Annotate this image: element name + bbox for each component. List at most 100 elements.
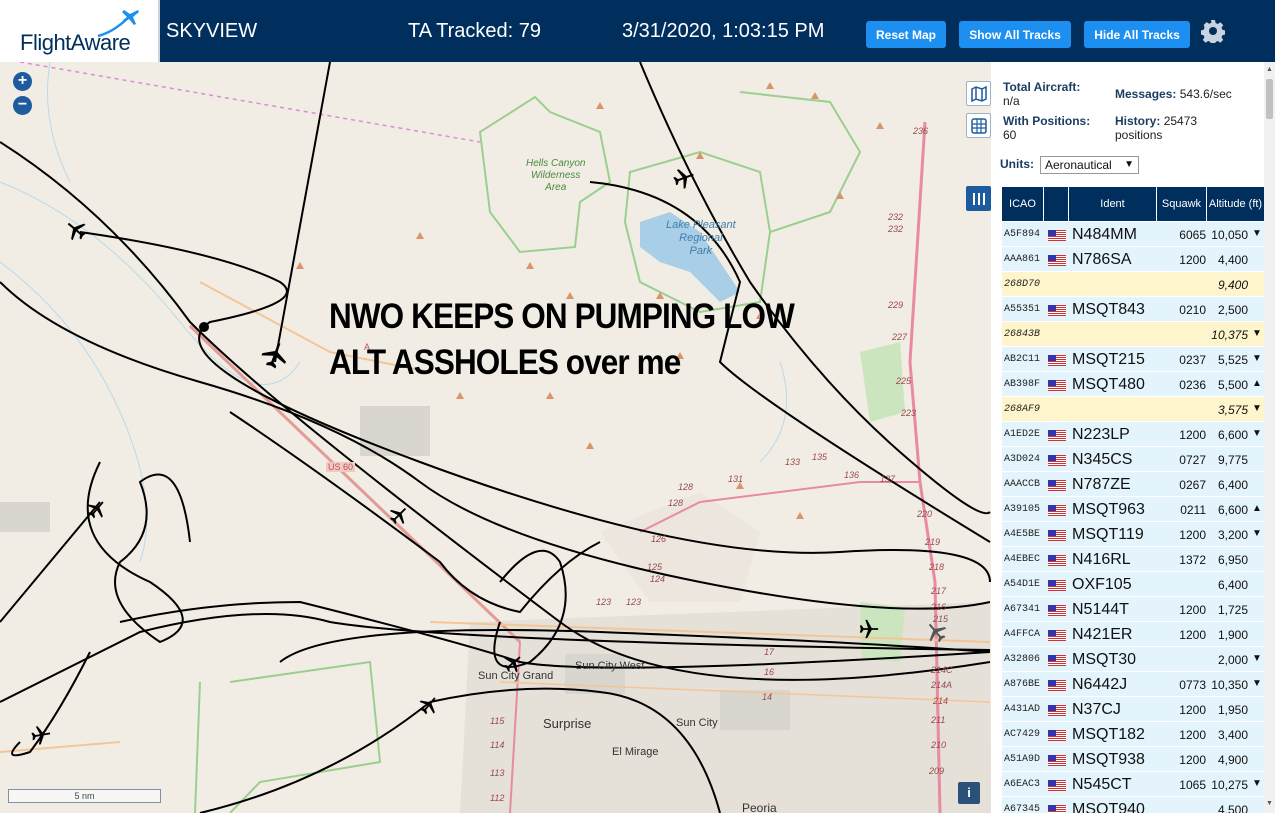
aircraft-icon[interactable] xyxy=(418,694,440,716)
scale-bar: 5 nm xyxy=(8,789,161,803)
top-bar: FlightAware SKYVIEW TA Tracked: 79 3/31/… xyxy=(0,0,1275,62)
table-row[interactable]: AAACCB N787ZE 0267 6,400 xyxy=(1002,472,1264,497)
zoom-out-button[interactable]: − xyxy=(13,96,32,115)
aircraft-icon[interactable] xyxy=(30,724,52,746)
table-row[interactable]: 26843B 10,375 ▼ xyxy=(1002,322,1264,347)
icao-cell: A1ED2E xyxy=(1004,429,1041,440)
route-number: 229 xyxy=(888,300,904,310)
map-label-el-mirage: El Mirage xyxy=(612,746,659,758)
squawk-cell: 1200 xyxy=(1179,428,1206,442)
table-row[interactable]: A4E5BE MSQT119 1200 3,200 ▼ xyxy=(1002,522,1264,547)
flightaware-logo[interactable]: FlightAware xyxy=(0,0,160,62)
ident-cell: N416RL xyxy=(1072,551,1131,568)
map-icon xyxy=(970,85,987,102)
table-row[interactable]: A54D1E OXF105 6,400 xyxy=(1002,572,1264,597)
table-row[interactable]: A6EAC3 N545CT 1065 10,275 ▼ xyxy=(1002,772,1264,797)
us-flag-icon xyxy=(1048,605,1066,616)
table-row[interactable]: A67341 N5144T 1200 1,725 xyxy=(1002,597,1264,622)
show-all-tracks-button[interactable]: Show All Tracks xyxy=(959,21,1071,48)
ident-cell: MSQT940 xyxy=(1072,801,1145,813)
map-view[interactable]: Hells Canyon Wilderness Area Lake Pleasa… xyxy=(0,62,991,813)
scrollbar[interactable]: ▲ ▼ xyxy=(1264,62,1275,813)
table-row[interactable]: A55351 MSQT843 0210 2,500 xyxy=(1002,297,1264,322)
reset-map-button[interactable]: Reset Map xyxy=(866,21,946,48)
aircraft-icon[interactable] xyxy=(858,618,880,640)
route-number: 232 xyxy=(888,212,904,222)
route-number: 223 xyxy=(901,408,917,418)
hide-all-tracks-button[interactable]: Hide All Tracks xyxy=(1084,21,1190,48)
icao-cell: A67341 xyxy=(1004,604,1041,615)
table-row[interactable]: A1ED2E N223LP 1200 6,600 ▼ xyxy=(1002,422,1264,447)
us-flag-icon xyxy=(1048,355,1066,366)
table-header: ICAO Ident Squawk Altitude (ft) xyxy=(1002,187,1264,221)
aircraft-icon[interactable] xyxy=(64,218,88,242)
scroll-down-icon[interactable]: ▼ xyxy=(1266,800,1273,807)
col-squawk[interactable]: Squawk xyxy=(1157,187,1207,221)
altitude-cell: 1,950 xyxy=(1217,703,1248,717)
map-label-sun-city-grand: Sun City Grand xyxy=(478,670,554,682)
icao-cell: A3D024 xyxy=(1004,454,1041,465)
route-number: 214 xyxy=(933,696,949,706)
col-ident[interactable]: Ident xyxy=(1069,187,1157,221)
table-row[interactable]: 268D70 9,400 xyxy=(1002,272,1264,297)
icao-cell: 268D70 xyxy=(1004,279,1041,290)
scroll-up-icon[interactable]: ▲ xyxy=(1266,66,1273,73)
table-row[interactable]: A4EBEC N416RL 1372 6,950 xyxy=(1002,547,1264,572)
table-row[interactable]: A51A9D MSQT938 1200 4,900 xyxy=(1002,747,1264,772)
route-number: 210 xyxy=(931,740,947,750)
squawk-cell: 0727 xyxy=(1179,453,1206,467)
table-row[interactable]: A67345 MSQT940 4,500 xyxy=(1002,797,1264,813)
route-number: 124 xyxy=(650,574,666,584)
table-row[interactable]: AB2C11 MSQT215 0237 5,525 ▼ xyxy=(1002,347,1264,372)
map-label-sun-city-west: Sun City West xyxy=(575,660,645,672)
column-toggle-button[interactable] xyxy=(966,186,991,211)
units-select[interactable]: Aeronautical ▼ xyxy=(1040,156,1139,174)
table-row[interactable]: A5F894 N484MM 6065 10,050 ▼ xyxy=(1002,222,1264,247)
table-row[interactable]: A3D024 N345CS 0727 9,775 xyxy=(1002,447,1264,472)
squawk-cell: 1200 xyxy=(1179,528,1206,542)
route-number: 126 xyxy=(651,534,667,544)
us-flag-icon xyxy=(1048,230,1066,241)
icao-cell: A32806 xyxy=(1004,654,1041,665)
table-row[interactable]: A32806 MSQT30 2,000 ▼ xyxy=(1002,647,1264,672)
table-row[interactable]: A4FFCA N421ER 1200 1,900 xyxy=(1002,622,1264,647)
range-rings-button[interactable] xyxy=(966,113,991,138)
icao-cell: AB2C11 xyxy=(1004,354,1041,365)
aircraft-icon[interactable] xyxy=(672,166,696,190)
squawk-cell: 1065 xyxy=(1179,778,1206,792)
aircraft-icon[interactable] xyxy=(388,504,410,526)
squawk-cell: 1372 xyxy=(1179,553,1206,567)
ident-cell: N787ZE xyxy=(1072,476,1131,493)
aircraft-icon[interactable] xyxy=(86,498,108,520)
table-row[interactable]: AC7429 MSQT182 1200 3,400 xyxy=(1002,722,1264,747)
table-row[interactable]: AAA861 N786SA 1200 4,400 xyxy=(1002,247,1264,272)
table-row[interactable]: 268AF9 3,575 ▼ xyxy=(1002,397,1264,422)
scroll-thumb[interactable] xyxy=(1266,79,1273,119)
map-layers-button[interactable] xyxy=(966,81,991,106)
icao-cell: 26843B xyxy=(1004,329,1041,340)
history-stat: History: 25473 positions xyxy=(1115,114,1197,142)
altitude-cell: 4,500 xyxy=(1217,803,1248,813)
squawk-cell: 1200 xyxy=(1179,603,1206,617)
gear-icon[interactable] xyxy=(1201,19,1225,43)
altitude-trend-icon: ▲ xyxy=(1252,378,1262,389)
icao-cell: A67345 xyxy=(1004,804,1041,813)
ident-cell: MSQT215 xyxy=(1072,351,1145,368)
aircraft-icon[interactable] xyxy=(260,340,290,370)
table-row[interactable]: A876BE N6442J 0773 10,350 ▼ xyxy=(1002,672,1264,697)
map-label-lake-pleasant: Lake Pleasant Regional Park xyxy=(666,219,736,257)
col-icao[interactable]: ICAO xyxy=(1002,187,1044,221)
units-value: Aeronautical xyxy=(1045,158,1112,172)
col-altitude[interactable]: Altitude (ft) xyxy=(1207,187,1264,221)
ident-cell: N786SA xyxy=(1072,251,1132,268)
zoom-in-button[interactable]: + xyxy=(13,72,32,91)
ident-cell: MSQT30 xyxy=(1072,651,1137,668)
messages-stat: Messages: 543.6/sec xyxy=(1115,87,1232,101)
table-row[interactable]: A431AD N37CJ 1200 1,950 xyxy=(1002,697,1264,722)
table-row[interactable]: A39105 MSQT963 0211 6,600 ▲ xyxy=(1002,497,1264,522)
dropdown-arrow-icon: ▼ xyxy=(1124,159,1134,170)
route-number: 217 xyxy=(931,586,947,596)
col-flag[interactable] xyxy=(1044,187,1069,221)
table-row[interactable]: AB398F MSQT480 0236 5,500 ▲ xyxy=(1002,372,1264,397)
info-button[interactable]: i xyxy=(958,782,980,804)
